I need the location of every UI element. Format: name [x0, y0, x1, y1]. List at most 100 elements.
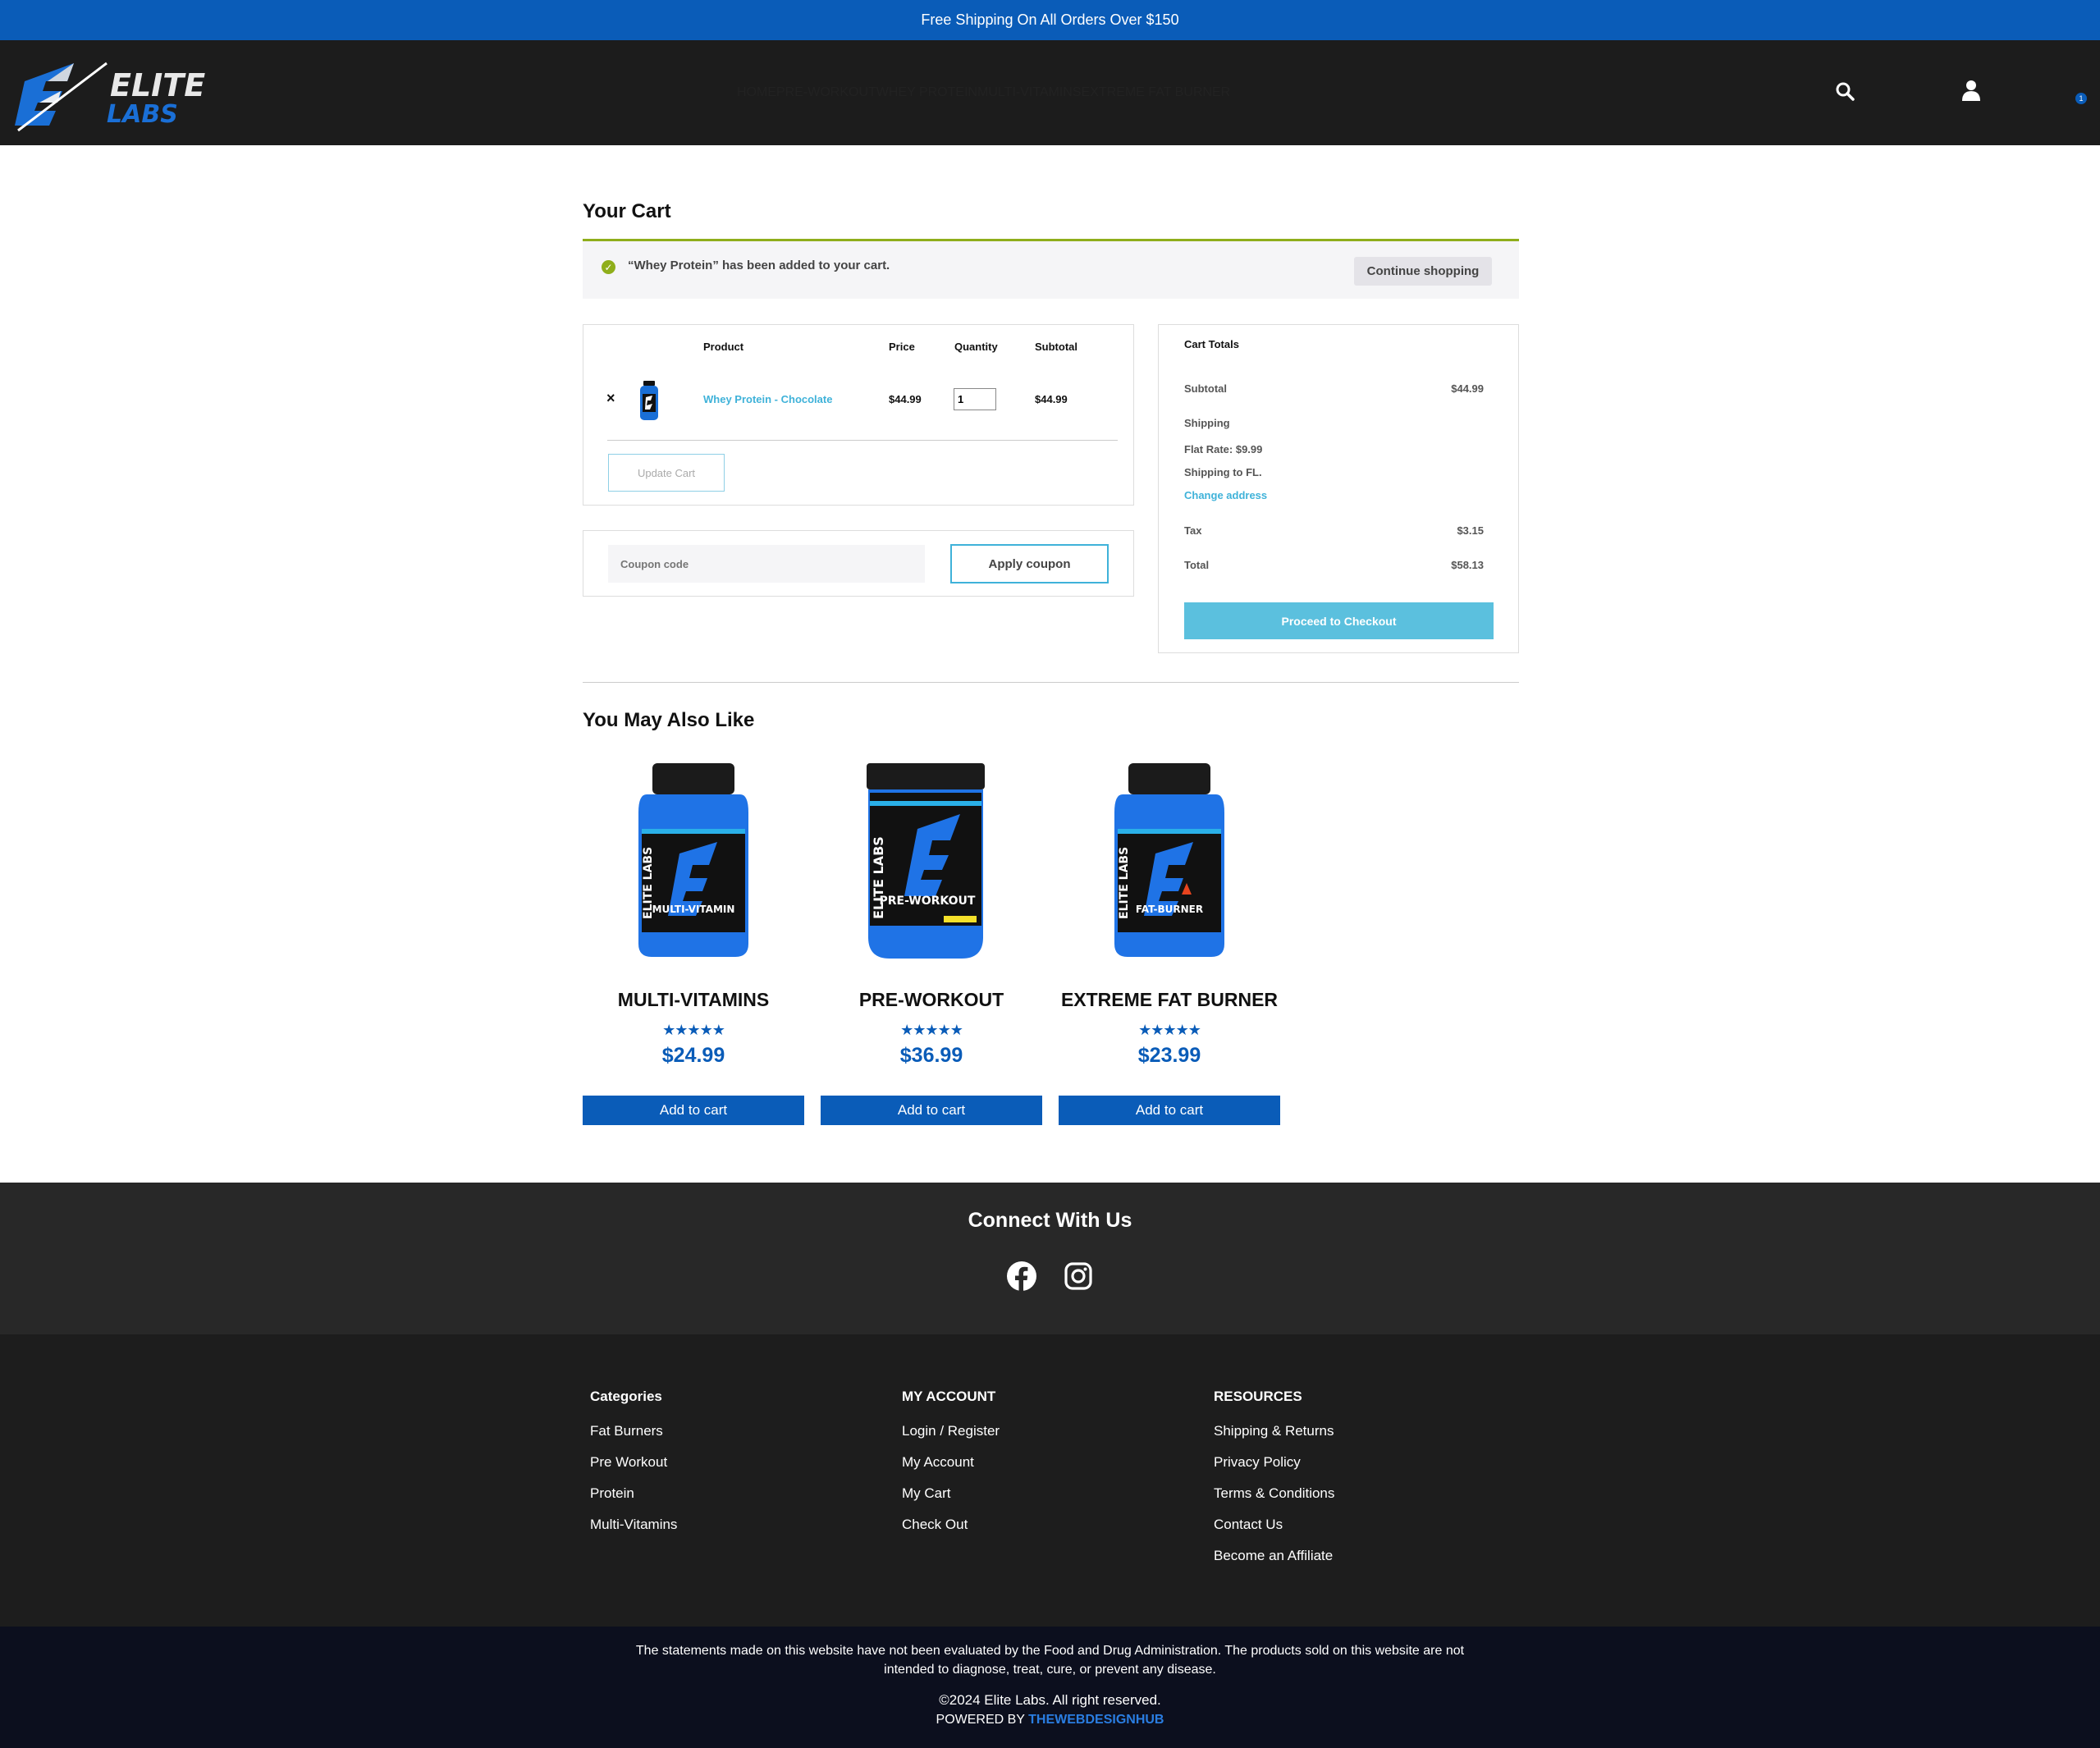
nav-home[interactable]: HOME: [737, 85, 776, 100]
add-to-cart-button[interactable]: Add to cart: [583, 1096, 804, 1125]
update-cart-button[interactable]: Update Cart: [608, 454, 725, 492]
subtotal-value: $44.99: [1451, 382, 1484, 395]
change-address-link[interactable]: Change address: [1184, 489, 1267, 501]
footer-link-multi-vitamins[interactable]: Multi-Vitamins: [590, 1517, 677, 1548]
nav-pre-workout[interactable]: PRE-WORKOUT: [776, 85, 876, 100]
apply-coupon-button[interactable]: Apply coupon: [950, 544, 1109, 583]
add-to-cart-button[interactable]: Add to cart: [1059, 1096, 1280, 1125]
product-price: $36.99: [899, 1044, 963, 1067]
cart-totals: Cart Totals Subtotal $44.99 Shipping Fla…: [1158, 324, 1519, 653]
cart-item-subtotal: $44.99: [1035, 393, 1068, 405]
account-icon[interactable]: [1962, 80, 1980, 105]
check-circle-icon: ✓: [602, 260, 615, 274]
search-icon[interactable]: [1835, 81, 1855, 105]
column-header-price: Price: [889, 341, 915, 353]
instagram-icon[interactable]: [1063, 1261, 1094, 1292]
flat-rate-text: Flat Rate: $9.99: [1184, 443, 1263, 455]
product-price: $24.99: [661, 1044, 725, 1067]
powered-by: POWERED BY THEWEBDESIGNHUB: [0, 1713, 2100, 1727]
footer-link-login-register[interactable]: Login / Register: [902, 1423, 1000, 1454]
shipping-label: Shipping: [1184, 417, 1230, 429]
footer-heading: MY ACCOUNT: [902, 1389, 996, 1404]
nav-extreme-fat-burner[interactable]: EXTREME FAT BURNER: [1082, 85, 1231, 100]
subtotal-label: Subtotal: [1184, 382, 1227, 395]
star-rating: ★★★★★: [1138, 1022, 1201, 1038]
footer-link-contact-us[interactable]: Contact Us: [1214, 1517, 1334, 1548]
elite-labs-logo[interactable]: ELITE LABS: [15, 57, 230, 132]
proceed-to-checkout-button[interactable]: Proceed to Checkout: [1184, 602, 1494, 639]
total-label: Total: [1184, 559, 1210, 571]
fda-disclaimer: The statements made on this website have…: [0, 1641, 2100, 1679]
nav-whey-protein[interactable]: WHEY PROTEIN: [876, 85, 977, 100]
shipping-destination: Shipping to FL.: [1184, 466, 1262, 478]
related-products-title: You May Also Like: [583, 709, 755, 731]
quantity-input[interactable]: [954, 388, 996, 410]
table-divider: [607, 440, 1118, 441]
svg-text:ELITE LABS: ELITE LABS: [642, 847, 655, 919]
coupon-code-input[interactable]: [608, 545, 925, 583]
footer-link-my-cart[interactable]: My Cart: [902, 1485, 1000, 1517]
footer-my-account: MY ACCOUNT Login / Register My Account M…: [902, 1389, 1000, 1548]
fat-burner-bottle-image[interactable]: FAT-BURNER ELITE LABS: [1059, 763, 1280, 960]
cart-item-name-link[interactable]: Whey Protein - Chocolate: [703, 393, 832, 405]
cart-item-price: $44.99: [889, 393, 922, 405]
cart-count-badge[interactable]: 1: [2075, 93, 2087, 104]
remove-item-button[interactable]: ×: [606, 390, 615, 407]
multi-vitamin-bottle-image[interactable]: MULTI-VITAMIN ELITE LABS: [583, 763, 804, 960]
bottle-label-text: MULTI-VITAMIN: [652, 904, 735, 915]
main-nav: HOME PRE-WORKOUT WHEY PROTEIN MULTI-VITA…: [737, 40, 1230, 145]
column-header-quantity: Quantity: [954, 341, 998, 353]
footer-link-become-affiliate[interactable]: Become an Affiliate: [1214, 1548, 1334, 1579]
cart-table: Product Price Quantity Subtotal × Whey P…: [583, 324, 1134, 506]
star-rating: ★★★★★: [662, 1022, 725, 1038]
section-divider: [583, 682, 1519, 683]
svg-text:ELITE LABS: ELITE LABS: [871, 836, 886, 919]
svg-text:ELITE: ELITE: [110, 67, 205, 103]
product-name[interactable]: MULTI-VITAMINS: [583, 989, 804, 1011]
footer-link-shipping-returns[interactable]: Shipping & Returns: [1214, 1423, 1334, 1454]
cart-notice: ✓ “Whey Protein” has been added to your …: [583, 239, 1519, 299]
coupon-box: Apply coupon: [583, 530, 1134, 597]
pre-workout-tub-image[interactable]: PRE-WORKOUT ELITE LABS: [821, 763, 1042, 960]
connect-section: Connect With Us: [0, 1183, 2100, 1334]
product-thumbnail[interactable]: [639, 381, 659, 420]
facebook-icon[interactable]: [1006, 1261, 1037, 1292]
announcement-bar: Free Shipping On All Orders Over $150: [0, 0, 2100, 40]
cart-totals-title: Cart Totals: [1184, 338, 1239, 350]
connect-title: Connect With Us: [968, 1209, 1132, 1232]
powered-by-link[interactable]: THEWEBDESIGNHUB: [1028, 1713, 1164, 1727]
star-rating: ★★★★★: [900, 1022, 963, 1038]
announcement-text: Free Shipping On All Orders Over $150: [921, 11, 1179, 28]
tax-label: Tax: [1184, 524, 1202, 537]
footer-categories: Categories Fat Burners Pre Workout Prote…: [590, 1389, 677, 1548]
footer-link-my-account[interactable]: My Account: [902, 1454, 1000, 1485]
product-price: $23.99: [1137, 1044, 1201, 1067]
product-name[interactable]: PRE-WORKOUT: [821, 989, 1042, 1011]
product-name[interactable]: EXTREME FAT BURNER: [1059, 989, 1280, 1011]
tub-label-text: PRE-WORKOUT: [880, 895, 976, 908]
copyright-text: ©2024 Elite Labs. All right reserved.: [939, 1692, 1161, 1708]
disclaimer-line-2: intended to diagnose, treat, cure, or pr…: [884, 1663, 1216, 1677]
footer-link-protein[interactable]: Protein: [590, 1485, 677, 1517]
total-value: $58.13: [1451, 559, 1484, 571]
nav-multi-vitamins[interactable]: MULTI-VITAMINS: [977, 85, 1082, 100]
site-footer: Categories Fat Burners Pre Workout Prote…: [0, 1334, 2100, 1627]
notice-message: “Whey Protein” has been added to your ca…: [628, 259, 890, 272]
footer-link-check-out[interactable]: Check Out: [902, 1517, 1000, 1548]
footer-link-pre-workout[interactable]: Pre Workout: [590, 1454, 677, 1485]
footer-link-terms-conditions[interactable]: Terms & Conditions: [1214, 1485, 1334, 1517]
tax-value: $3.15: [1457, 524, 1484, 537]
footer-link-fat-burners[interactable]: Fat Burners: [590, 1423, 677, 1454]
footer-link-privacy-policy[interactable]: Privacy Policy: [1214, 1454, 1334, 1485]
add-to-cart-button[interactable]: Add to cart: [821, 1096, 1042, 1125]
svg-text:LABS: LABS: [107, 100, 178, 129]
footer-heading: Categories: [590, 1389, 662, 1404]
bottle-label-text: FAT-BURNER: [1136, 904, 1203, 915]
powered-by-prefix: POWERED BY: [936, 1713, 1029, 1727]
column-header-product: Product: [703, 341, 744, 353]
continue-shopping-button[interactable]: Continue shopping: [1354, 257, 1492, 286]
footer-resources: RESOURCES Shipping & Returns Privacy Pol…: [1214, 1389, 1334, 1579]
site-header: ELITE LABS HOME PRE-WORKOUT WHEY PROTEIN…: [0, 40, 2100, 145]
page-title: Your Cart: [583, 200, 671, 222]
disclaimer-line-1: The statements made on this website have…: [635, 1644, 1465, 1658]
